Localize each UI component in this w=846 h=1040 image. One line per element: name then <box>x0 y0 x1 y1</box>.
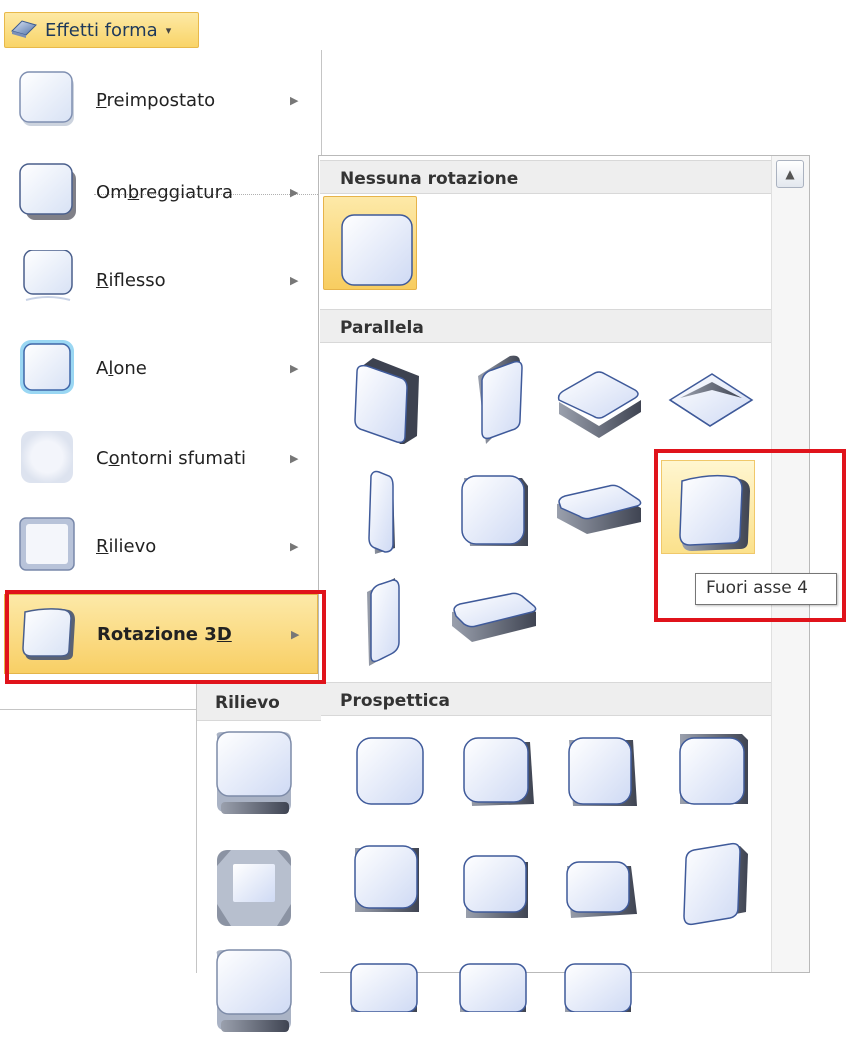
perspective-tile-10[interactable] <box>446 918 540 1012</box>
menu-item-reflection[interactable]: Riflesso ▶ <box>4 240 318 320</box>
shape-effects-button[interactable]: Effetti forma ▾ <box>4 12 199 48</box>
reflection-icon <box>18 249 78 310</box>
shadow-icon <box>18 162 78 222</box>
perspective-tile-5[interactable] <box>337 832 431 926</box>
parallel-tile-7[interactable] <box>551 460 645 554</box>
bevel-tile-1[interactable] <box>203 728 297 822</box>
menu-item-label: Riflesso <box>96 269 166 291</box>
submenu-arrow-icon: ▶ <box>290 361 299 375</box>
bevel-tile-2[interactable] <box>203 840 297 934</box>
menu-item-label: Alone <box>96 357 147 379</box>
shape-effects-label: Effetti forma <box>45 19 158 41</box>
menu-item-bevel[interactable]: Rilievo ▶ <box>4 506 318 586</box>
parallel-tile-4[interactable] <box>662 350 756 444</box>
dropdown-arrow-icon: ▾ <box>165 23 172 37</box>
parallel-tile-10[interactable] <box>446 572 540 666</box>
scroll-up-button[interactable]: ▲ <box>776 160 804 188</box>
parallel-tile-2[interactable] <box>446 350 540 444</box>
bevel-icon <box>18 516 78 576</box>
perspective-tile-4[interactable] <box>662 722 756 816</box>
menu-item-shadow[interactable]: Ombreggiatura ▶ <box>4 152 318 232</box>
menu-item-glow[interactable]: Alone ▶ <box>4 328 318 408</box>
perspective-tile-11[interactable] <box>551 918 645 1012</box>
perspective-tile-3[interactable] <box>551 722 645 816</box>
bevel-tile-3[interactable] <box>203 946 297 1040</box>
perspective-tile-1[interactable] <box>337 722 431 816</box>
submenu-arrow-icon: ▶ <box>290 451 299 465</box>
menu-item-label: Ombreggiatura <box>96 181 233 203</box>
parallel-tile-1[interactable] <box>337 350 431 444</box>
tooltip: Fuori asse 4 <box>695 573 837 605</box>
parallel-tile-3[interactable] <box>551 350 645 444</box>
parallel-tile-5[interactable] <box>337 460 431 554</box>
submenu-arrow-icon: ▶ <box>290 185 299 199</box>
shape-effects-icon <box>9 17 39 43</box>
menu-item-label: Contorni sfumati <box>96 447 247 469</box>
submenu-arrow-icon: ▶ <box>290 539 299 553</box>
menu-item-soft-edges[interactable]: Contorni sfumati ▶ <box>4 418 318 498</box>
menu-item-label: Rilievo <box>96 535 157 557</box>
glow-icon <box>18 338 78 398</box>
section-header-parallel: Parallela <box>320 309 771 343</box>
bevel-section-header: Rilievo <box>197 683 321 721</box>
perspective-tile-7[interactable] <box>551 832 645 926</box>
perspective-tile-9[interactable] <box>337 918 431 1012</box>
soft-edges-icon <box>18 428 78 488</box>
section-header-perspective: Prospettica <box>320 682 771 716</box>
no-rotation-tile[interactable] <box>323 196 417 290</box>
preset-icon <box>18 70 78 130</box>
parallel-tile-6[interactable] <box>446 460 540 554</box>
perspective-tile-6[interactable] <box>446 832 540 926</box>
parallel-tile-9[interactable] <box>337 572 431 666</box>
section-header-no-rotation: Nessuna rotazione <box>320 160 771 194</box>
submenu-arrow-icon: ▶ <box>290 93 299 107</box>
submenu-arrow-icon: ▶ <box>290 273 299 287</box>
menu-item-label: Preimpostato <box>96 89 216 111</box>
menu-item-preset[interactable]: Preimpostato ▶ <box>4 60 318 140</box>
perspective-tile-8[interactable] <box>662 832 756 926</box>
highlight-rotation-3d <box>5 590 326 684</box>
perspective-tile-2[interactable] <box>446 722 540 816</box>
